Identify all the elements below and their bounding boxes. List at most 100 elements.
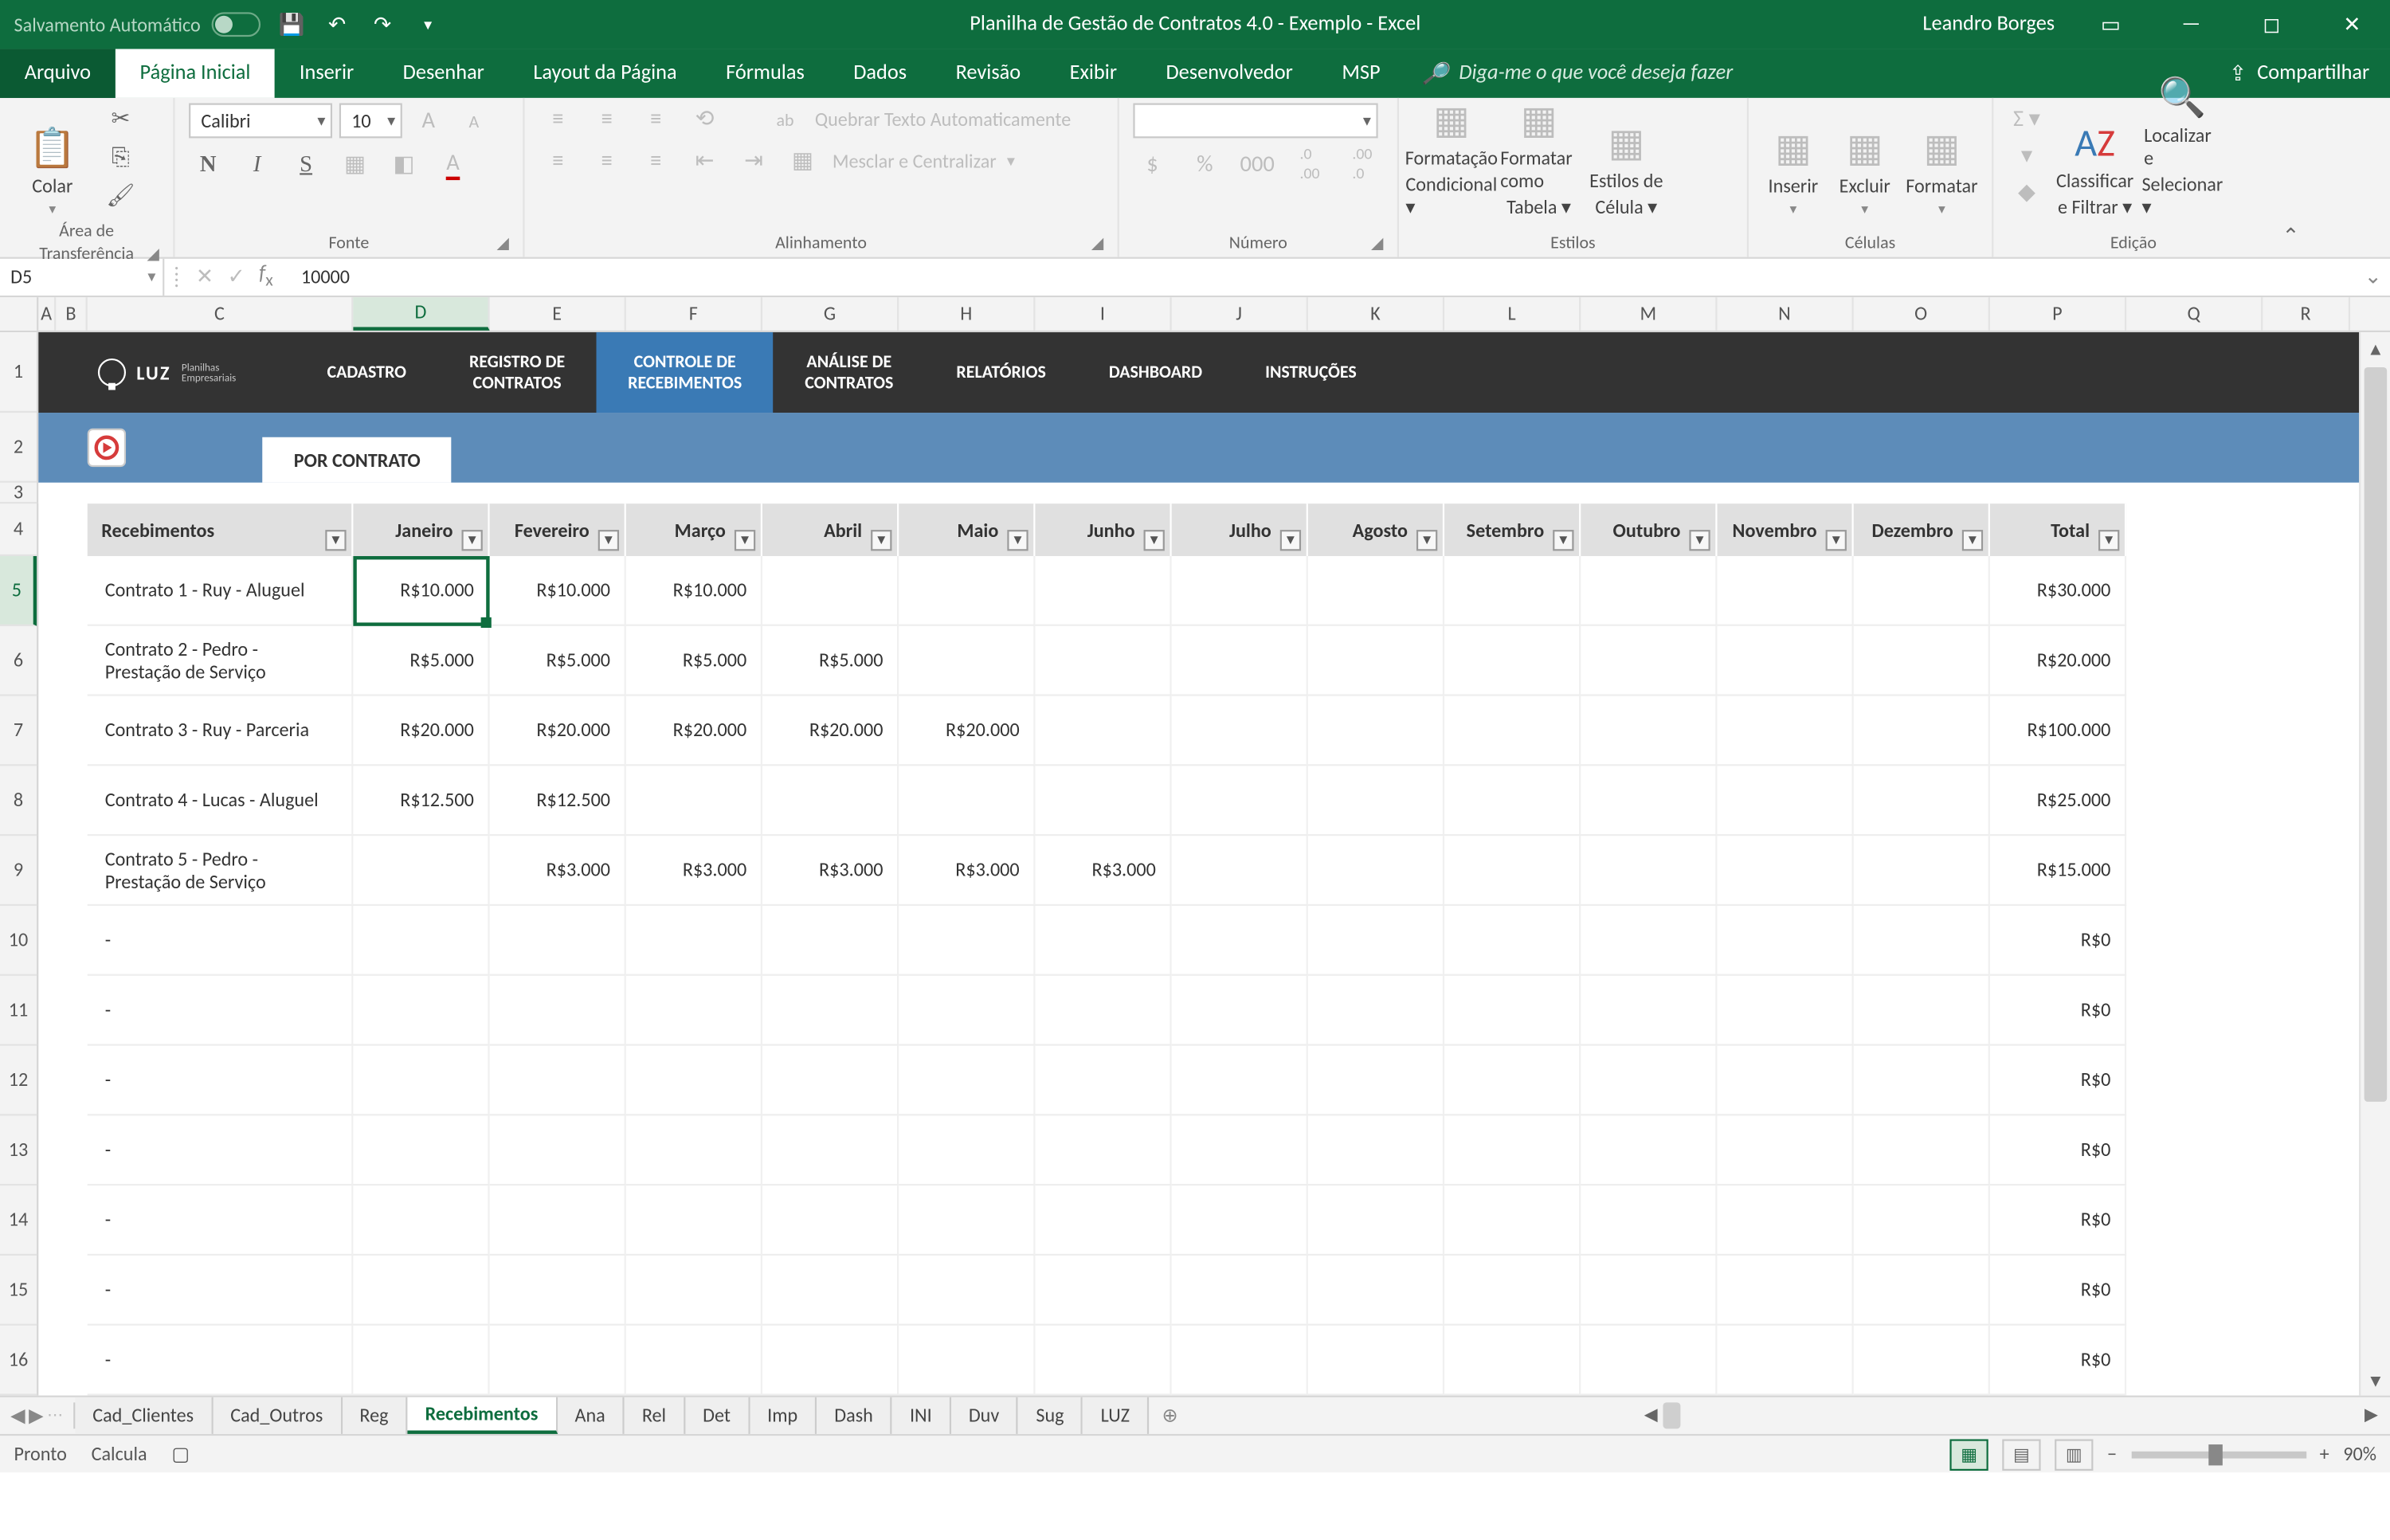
cell[interactable] [1035,1185,1171,1256]
cell[interactable] [1717,1046,1853,1116]
ribbon-tab-desenvolvedor[interactable]: Desenvolvedor [1142,49,1318,97]
cell[interactable] [1581,1256,1717,1326]
scroll-left-icon[interactable]: ◀ [1635,1402,1667,1425]
row-header[interactable]: 3 [0,483,37,504]
row-header[interactable]: 9 [0,836,37,906]
cell[interactable] [1035,976,1171,1046]
cell[interactable] [899,766,1035,836]
cell[interactable]: R$20.000 [490,696,626,766]
cell[interactable] [490,1115,626,1185]
column-header[interactable]: M [1581,297,1717,331]
cell[interactable] [353,906,489,976]
cell[interactable] [1854,836,1990,906]
row-header[interactable]: 14 [0,1185,37,1256]
cell[interactable] [626,1185,762,1256]
decrease-decimal-icon[interactable]: .00.0 [1343,149,1381,181]
cell[interactable] [1581,1115,1717,1185]
ribbon-tab-arquivo[interactable]: Arquivo [0,49,116,97]
cell[interactable] [626,976,762,1046]
fx-icon[interactable]: fx [252,263,280,292]
copy-icon[interactable]: ⎘ [101,142,139,174]
cell[interactable] [626,1256,762,1326]
scroll-thumb[interactable] [1663,1402,1681,1428]
cell[interactable] [626,1115,762,1185]
row-header[interactable]: 5 [0,556,37,626]
dialog-launcher-icon[interactable]: ◢ [1371,234,1383,253]
cell[interactable] [1854,1185,1990,1256]
cell[interactable] [490,1326,626,1396]
cell[interactable] [1854,906,1990,976]
cell[interactable] [1717,766,1853,836]
cell[interactable] [762,766,899,836]
worksheet-cells[interactable]: ▲ ▼ LUZPlanilhasEmpresariaisCADASTROREGI… [38,332,2390,1396]
cell[interactable] [1035,626,1171,696]
cell[interactable] [490,1256,626,1326]
cell[interactable] [1717,976,1853,1046]
cell[interactable] [1172,766,1308,836]
cell[interactable] [1172,906,1308,976]
orientation-icon[interactable]: ⟲ [685,104,723,135]
cell[interactable] [899,1115,1035,1185]
formula-input[interactable]: 10000 [280,266,2356,289]
cell[interactable] [1308,766,1444,836]
cell[interactable] [1444,836,1581,906]
column-header[interactable]: A [38,297,56,331]
fill-icon[interactable]: ▾ [2008,140,2046,172]
cell[interactable] [1035,1115,1171,1185]
cell[interactable] [899,1185,1035,1256]
cell[interactable] [899,1326,1035,1396]
scroll-thumb[interactable] [2365,367,2388,1102]
align-middle-icon[interactable]: ≡ [588,104,626,135]
cell[interactable] [899,626,1035,696]
sheet-tab[interactable]: Det [685,1397,750,1434]
cell[interactable] [1854,1046,1990,1116]
autosave-toggle[interactable]: Salvamento Automático [14,12,261,37]
row-header[interactable]: 6 [0,626,37,696]
table-header-cell[interactable]: Fevereiro▾ [490,504,626,556]
cell[interactable] [626,1326,762,1396]
align-top-icon[interactable]: ≡ [539,104,577,135]
row-total[interactable]: R$0 [1990,1256,2126,1326]
user-name[interactable]: Leandro Borges [1922,12,2055,37]
bold-icon[interactable]: N [189,149,227,181]
cell[interactable] [1035,906,1171,976]
cell[interactable] [1444,1046,1581,1116]
horizontal-scrollbar[interactable]: ◀ ▶ [1191,1397,2390,1434]
collapse-ribbon-icon[interactable]: ⌃ [2274,98,2309,257]
sheet-tab[interactable]: Ana [558,1397,625,1434]
column-headers[interactable]: ABCDEFGHIJKLMNOPQR [0,297,2390,332]
column-header[interactable]: O [1854,297,1990,331]
save-icon[interactable]: 💾 [277,10,305,38]
table-header-cell[interactable]: Março▾ [626,504,762,556]
dialog-launcher-icon[interactable]: ◢ [1091,234,1103,253]
cell[interactable]: R$5.000 [353,626,489,696]
cell[interactable] [626,906,762,976]
cell[interactable]: R$10.000 [490,556,626,626]
sheet-tab[interactable]: Reg [342,1397,407,1434]
row-total[interactable]: R$0 [1990,1115,2126,1185]
cell[interactable] [1035,556,1171,626]
row-total[interactable]: R$15.000 [1990,836,2126,906]
cell[interactable] [1308,906,1444,976]
cell[interactable] [490,976,626,1046]
nav-item[interactable]: CADASTRO [296,332,438,413]
cell[interactable] [1308,1256,1444,1326]
column-header[interactable]: H [899,297,1035,331]
table-header-cell[interactable]: Janeiro▾ [353,504,489,556]
column-header[interactable]: P [1990,297,2126,331]
cell[interactable] [626,1046,762,1116]
sheet-tab[interactable]: Dash [817,1397,892,1434]
cell[interactable] [1581,696,1717,766]
expand-formula-bar-icon[interactable]: ⌄ [2356,264,2390,290]
wrap-text-button[interactable]: Quebrar Texto Automaticamente [815,108,1071,131]
cell[interactable] [1308,1046,1444,1116]
cell[interactable]: R$3.000 [626,836,762,906]
cell[interactable] [1172,1256,1308,1326]
cell[interactable] [1581,1326,1717,1396]
cell[interactable] [1854,626,1990,696]
row-label[interactable]: Contrato 5 - Pedro - Prestação de Serviç… [88,836,354,906]
cell[interactable] [1444,556,1581,626]
comma-format-icon[interactable]: 000 [1238,149,1276,181]
cell[interactable]: R$20.000 [626,696,762,766]
row-label[interactable]: Contrato 1 - Ruy - Aluguel [88,556,354,626]
